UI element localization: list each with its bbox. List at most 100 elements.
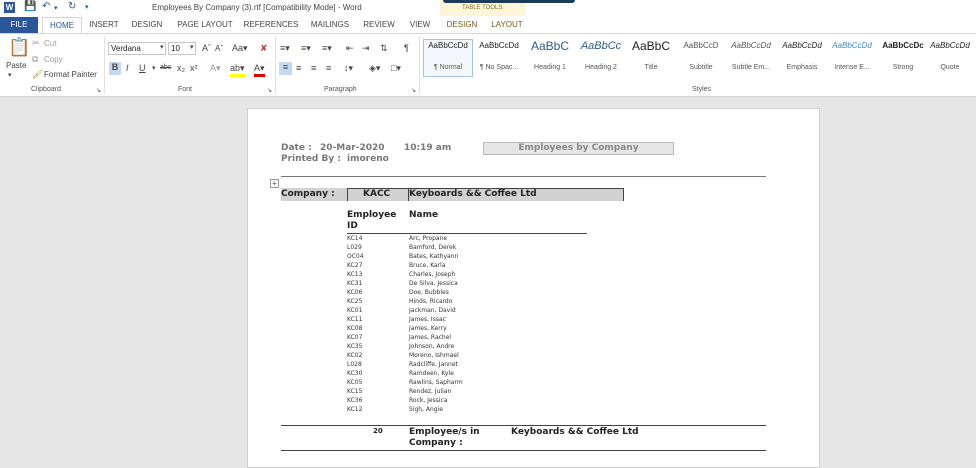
style-quote[interactable]: Quote [926, 64, 974, 71]
style-sample-heading-1[interactable]: AaBbC [525, 39, 575, 53]
table-tools-label: TABLE TOOLS [462, 5, 503, 11]
cut-icon[interactable]: ✂ [32, 38, 40, 49]
shrink-font-icon[interactable]: Aˇ [215, 44, 223, 53]
line-spacing-icon[interactable]: ↕▾ [344, 63, 353, 74]
employee-id-cell: KC01 [347, 307, 363, 314]
employee-id-cell: KC12 [347, 406, 363, 413]
save-icon[interactable]: 💾 [24, 1, 36, 12]
highlight-icon[interactable]: ab▾ [230, 63, 245, 77]
company-name: Keyboards && Coffee Ltd [409, 189, 537, 199]
change-case-icon[interactable]: Aa▾ [232, 43, 248, 54]
sort-icon[interactable]: ⇅ [380, 43, 388, 54]
increase-indent-icon[interactable]: ⇥ [362, 43, 370, 54]
copy-button[interactable]: Copy [44, 55, 63, 64]
copy-icon[interactable]: ⧉ [32, 54, 38, 65]
paste-button[interactable]: Paste [6, 61, 26, 70]
style-title[interactable]: Title [626, 64, 676, 71]
tab-review[interactable]: REVIEW [358, 17, 400, 33]
clear-formatting-icon[interactable]: ✘ [260, 43, 268, 54]
style-subtitle[interactable]: Subtitle [676, 64, 726, 71]
italic-icon[interactable]: I [126, 63, 129, 73]
company-code: KACC [363, 189, 391, 199]
align-right-icon[interactable]: ≡ [311, 63, 316, 73]
borders-icon[interactable]: □▾ [391, 63, 401, 74]
style-normal[interactable]: ¶ Normal [423, 64, 473, 71]
style-emphasis[interactable]: Emphasis [777, 64, 827, 71]
style-no-spacing[interactable]: ¶ No Spac... [474, 64, 524, 71]
show-paragraph-marks-icon[interactable]: ¶ [404, 43, 409, 53]
text-effects-icon[interactable]: A▾ [210, 63, 221, 74]
style-strong[interactable]: Strong [878, 64, 928, 71]
justify-icon[interactable]: ≡ [326, 63, 331, 73]
superscript-icon[interactable]: x² [190, 63, 198, 73]
tab-mailings[interactable]: MAILINGS [304, 17, 356, 33]
font-color-icon[interactable]: A▾ [254, 63, 265, 77]
group-divider [419, 36, 420, 94]
format-painter-button[interactable]: Format Painter [44, 70, 97, 79]
employee-name-cell: Bruce, Karla [409, 262, 446, 269]
paste-dropdown-icon[interactable]: ▾ [8, 71, 12, 79]
font-launcher-icon[interactable]: ↘ [267, 87, 272, 94]
shading-icon[interactable]: ◈▾ [369, 63, 380, 74]
undo-dropdown-icon[interactable]: ▾ [54, 4, 58, 12]
tab-insert[interactable]: INSERT [84, 17, 124, 33]
numbering-icon[interactable]: ≡▾ [301, 43, 311, 54]
font-size-dropdown-icon[interactable]: ▾ [190, 43, 194, 51]
strikethrough-icon[interactable]: abc [160, 64, 171, 71]
undo-icon[interactable]: ↶ [42, 1, 50, 12]
employee-name-cell: De Silva, Jessica [409, 280, 458, 287]
date-label: Date : [281, 143, 312, 153]
tab-home[interactable]: HOME [42, 17, 82, 33]
style-sample-subtitle[interactable]: AaBbCcD [676, 41, 726, 50]
tab-view[interactable]: VIEW [402, 17, 438, 33]
align-left-icon[interactable]: ≡ [279, 62, 292, 75]
employee-name-cell: Sigh, Angie [409, 406, 443, 413]
employee-name-cell: Doe, Bubbles [409, 289, 449, 296]
subscript-icon[interactable]: x₂ [177, 63, 185, 73]
employee-name-cell: Moreno, Ishmael [409, 352, 459, 359]
employee-name-cell: James, Kerry [409, 325, 447, 332]
tab-file[interactable]: FILE [0, 17, 38, 33]
customize-qat-icon[interactable]: ▾ [85, 3, 89, 11]
paragraph-launcher-icon[interactable]: ↘ [411, 87, 416, 94]
bold-icon[interactable]: B [109, 62, 121, 75]
font-name-dropdown-icon[interactable]: ▾ [160, 43, 164, 51]
style-heading-1[interactable]: Heading 1 [525, 64, 575, 71]
style-sample-subtle-emphasis[interactable]: AaBbCcDd [726, 41, 776, 50]
bullets-icon[interactable]: ≡▾ [280, 43, 290, 54]
style-subtle-emphasis[interactable]: Subtle Em... [726, 64, 776, 71]
grow-font-icon[interactable]: Aˆ [202, 43, 211, 53]
style-sample-emphasis[interactable]: AaBbCcDd [777, 41, 827, 50]
tab-table-design[interactable]: DESIGN [442, 17, 482, 33]
redo-icon[interactable]: ↻ [68, 1, 76, 12]
style-sample-title[interactable]: AaBbC [626, 39, 676, 53]
employee-name-cell: Rawlins, Sapharm [409, 379, 463, 386]
tab-references[interactable]: REFERENCES [240, 17, 302, 33]
style-sample-normal[interactable]: AaBbCcDd [423, 41, 473, 50]
style-sample-no-spacing[interactable]: AaBbCcDd [474, 41, 524, 50]
paste-icon[interactable]: 📋 [8, 37, 30, 58]
group-divider [104, 36, 105, 94]
company-label: Company : [281, 189, 335, 199]
align-center-icon[interactable]: ≡ [296, 63, 301, 73]
decrease-indent-icon[interactable]: ⇤ [346, 43, 354, 54]
underline-icon[interactable]: U [139, 63, 146, 73]
style-intense-emphasis[interactable]: Intense E... [827, 64, 877, 71]
tab-table-layout[interactable]: LAYOUT [486, 17, 528, 33]
underline-dropdown-icon[interactable]: ▾ [152, 64, 156, 72]
document-page[interactable]: Date : 20-Mar-2020 10:19 am Printed By :… [247, 108, 820, 468]
style-sample-quote[interactable]: AaBbCcDd [926, 41, 974, 50]
format-painter-icon[interactable]: 🖌 [32, 69, 43, 80]
style-sample-heading-2[interactable]: AaBbCc [576, 40, 626, 52]
clipboard-launcher-icon[interactable]: ↘ [96, 87, 101, 94]
style-sample-strong[interactable]: AaBbCcDc [878, 41, 928, 50]
cut-button[interactable]: Cut [44, 39, 56, 48]
multilevel-list-icon[interactable]: ≡▾ [322, 43, 332, 54]
font-name-box[interactable]: Verdana [108, 42, 166, 55]
header-rule [281, 176, 766, 177]
tab-page-layout[interactable]: PAGE LAYOUT [172, 17, 238, 33]
table-move-handle-icon[interactable]: + [270, 179, 279, 188]
style-sample-intense-emphasis[interactable]: AaBbCcDd [827, 41, 877, 50]
tab-design[interactable]: DESIGN [126, 17, 168, 33]
style-heading-2[interactable]: Heading 2 [576, 64, 626, 71]
